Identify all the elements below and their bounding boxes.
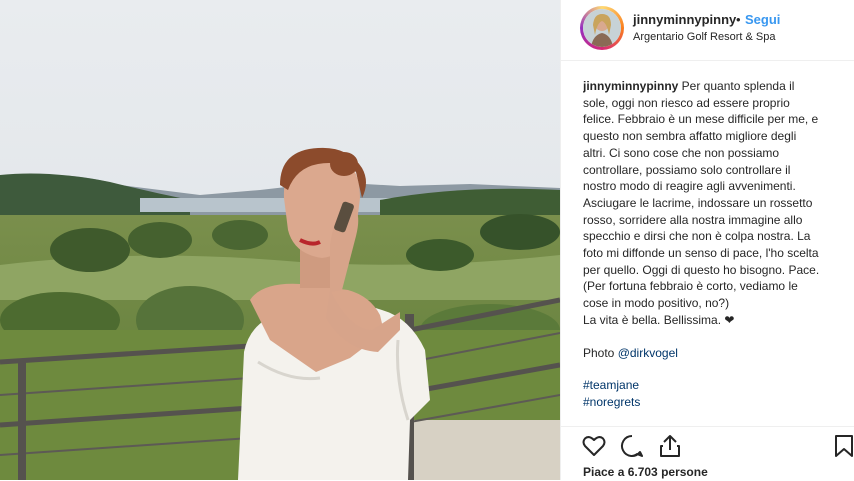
avatar-image <box>583 9 621 47</box>
post-header: jinnyminnypinny • Segui Argentario Golf … <box>561 0 854 61</box>
hashtag-line: #noregrets <box>583 394 821 411</box>
bookmark-icon[interactable] <box>831 433 854 459</box>
photo-credit-link[interactable]: @dirkvogel <box>618 346 678 360</box>
caption-closing-line: La vita è bella. Bellissima. ❤ <box>583 312 735 327</box>
follow-button[interactable]: Segui <box>745 12 780 27</box>
separator-dot: • <box>736 12 741 27</box>
hashtag-line: #teamjane <box>583 377 821 394</box>
hashtag-link[interactable]: #teamjane <box>583 378 639 392</box>
post-username[interactable]: jinnyminnypinny <box>633 12 736 27</box>
post-panel: jinnyminnypinny • Segui Argentario Golf … <box>560 0 854 480</box>
post-caption: jinnyminnypinny Per quanto splenda il so… <box>583 78 821 426</box>
post-image <box>0 0 560 480</box>
comment-icon[interactable] <box>619 433 645 459</box>
action-bar: Piace a 6.703 persone <box>561 426 854 481</box>
caption-paragraph: jinnyminnypinny Per quanto splenda il so… <box>583 78 821 312</box>
caption-text: Per quanto splenda il sole, oggi non rie… <box>583 79 820 311</box>
post-photo[interactable] <box>0 0 560 480</box>
photo-credit-prefix: Photo <box>583 345 618 360</box>
post-location[interactable]: Argentario Golf Resort & Spa <box>633 31 775 43</box>
share-icon[interactable] <box>657 433 683 459</box>
photo-credit-line: Photo @dirkvogel <box>583 345 821 362</box>
hashtag-link[interactable]: #noregrets <box>583 395 640 409</box>
caption-username[interactable]: jinnyminnypinny <box>583 79 678 93</box>
avatar[interactable] <box>580 6 624 50</box>
likes-count[interactable]: Piace a 6.703 persone <box>583 465 708 479</box>
heart-icon[interactable] <box>581 433 607 459</box>
